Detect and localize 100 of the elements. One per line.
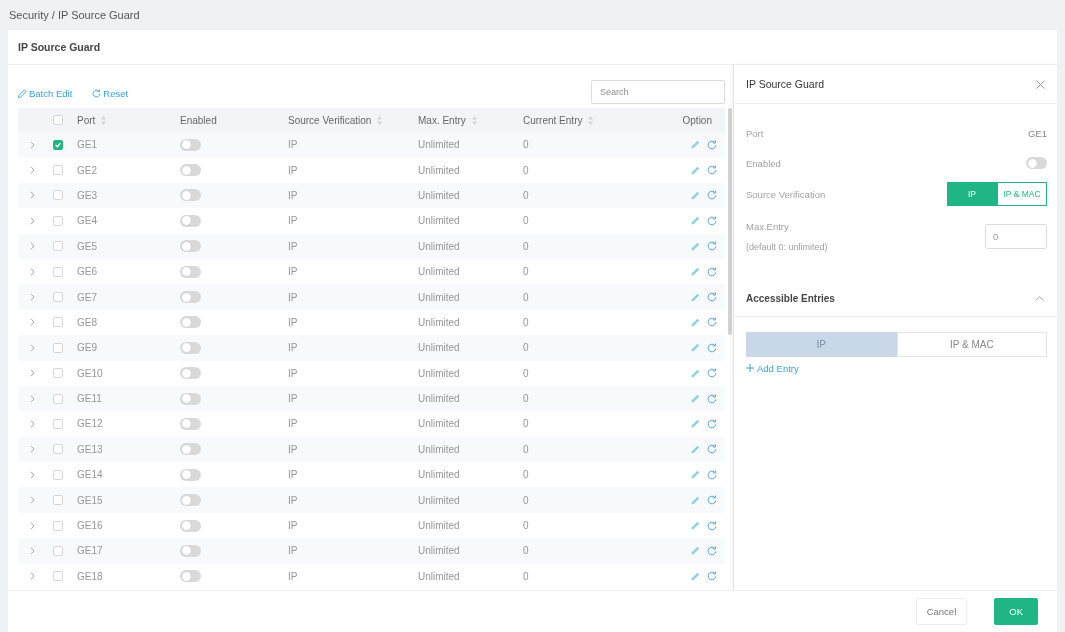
refresh-icon[interactable] xyxy=(707,317,717,328)
pencil-icon[interactable] xyxy=(691,546,700,556)
pencil-icon[interactable] xyxy=(691,495,700,505)
refresh-icon[interactable] xyxy=(707,545,717,556)
chevron-right-icon[interactable] xyxy=(29,420,35,428)
checkbox[interactable] xyxy=(53,317,63,328)
batch-edit-button[interactable]: Batch Edit xyxy=(18,86,73,100)
sort-icon[interactable] xyxy=(588,115,594,125)
checkbox[interactable] xyxy=(53,165,63,176)
chevron-right-icon[interactable] xyxy=(29,166,35,175)
refresh-icon[interactable] xyxy=(707,520,717,531)
checkbox[interactable] xyxy=(53,215,63,226)
checkbox[interactable] xyxy=(53,545,63,556)
chevron-right-icon[interactable] xyxy=(29,369,35,378)
checkbox[interactable] xyxy=(53,342,63,353)
refresh-icon[interactable] xyxy=(707,266,717,277)
toggle-switch[interactable] xyxy=(180,316,201,329)
checkbox[interactable] xyxy=(53,241,63,252)
pencil-icon[interactable] xyxy=(691,419,700,429)
checkbox[interactable] xyxy=(53,368,63,379)
pencil-icon[interactable] xyxy=(691,190,700,200)
checkbox[interactable] xyxy=(53,469,63,480)
toggle-switch[interactable] xyxy=(180,164,201,177)
toggle-switch[interactable] xyxy=(180,189,201,202)
checkbox[interactable] xyxy=(53,520,63,531)
chevron-right-icon[interactable] xyxy=(29,140,35,149)
cancel-button[interactable]: Cancel xyxy=(915,598,968,625)
refresh-icon[interactable] xyxy=(707,368,717,379)
pencil-icon[interactable] xyxy=(691,571,700,581)
pencil-icon[interactable] xyxy=(691,317,700,327)
chevron-up-icon[interactable] xyxy=(1035,296,1044,301)
checkbox[interactable] xyxy=(53,393,63,404)
pencil-icon[interactable] xyxy=(691,165,700,175)
toggle-switch[interactable] xyxy=(180,468,201,481)
chevron-right-icon[interactable] xyxy=(29,318,35,327)
checkbox[interactable] xyxy=(53,115,63,125)
sort-icon[interactable] xyxy=(377,115,383,125)
checkbox[interactable] xyxy=(53,266,63,277)
refresh-icon[interactable] xyxy=(707,495,717,506)
toggle-switch[interactable] xyxy=(180,240,201,253)
toggle-switch[interactable] xyxy=(180,418,201,430)
refresh-icon[interactable] xyxy=(707,292,717,303)
refresh-icon[interactable] xyxy=(707,342,717,353)
refresh-icon[interactable] xyxy=(707,190,717,201)
refresh-icon[interactable] xyxy=(707,165,717,176)
toggle-switch[interactable] xyxy=(180,341,201,354)
toggle-switch[interactable] xyxy=(180,291,201,304)
checkbox[interactable] xyxy=(53,495,63,506)
refresh-icon[interactable] xyxy=(707,139,717,150)
chevron-right-icon[interactable] xyxy=(29,293,35,302)
segment-button[interactable]: IP xyxy=(947,182,997,206)
chevron-right-icon[interactable] xyxy=(29,216,35,225)
pencil-icon[interactable] xyxy=(691,368,700,378)
toggle-switch[interactable] xyxy=(180,544,201,557)
toggle-switch[interactable] xyxy=(180,519,201,532)
checkbox[interactable] xyxy=(53,444,63,455)
refresh-icon[interactable] xyxy=(707,393,717,404)
checkbox[interactable] xyxy=(53,419,63,429)
checkbox[interactable] xyxy=(53,571,63,582)
checkbox[interactable] xyxy=(53,190,63,201)
pencil-icon[interactable] xyxy=(691,216,700,226)
toggle-switch[interactable] xyxy=(180,494,201,507)
segment-button[interactable]: IP & MAC xyxy=(997,182,1047,206)
add-entry-button[interactable]: Add Entry xyxy=(746,361,799,375)
toggle-switch[interactable] xyxy=(180,214,201,227)
refresh-icon[interactable] xyxy=(707,241,717,252)
search-field[interactable]: Search xyxy=(591,80,725,104)
tab[interactable]: IP xyxy=(746,332,897,357)
chevron-right-icon[interactable] xyxy=(29,470,35,479)
refresh-icon[interactable] xyxy=(707,469,717,480)
refresh-icon[interactable] xyxy=(707,571,717,582)
pencil-icon[interactable] xyxy=(691,241,700,251)
chevron-right-icon[interactable] xyxy=(29,191,35,200)
chevron-right-icon[interactable] xyxy=(29,445,35,454)
close-icon[interactable] xyxy=(1036,79,1045,89)
toggle-switch[interactable] xyxy=(180,392,201,405)
sort-icon[interactable] xyxy=(471,115,477,125)
pencil-icon[interactable] xyxy=(691,343,700,353)
pencil-icon[interactable] xyxy=(691,292,700,302)
chevron-right-icon[interactable] xyxy=(29,521,35,530)
ok-button[interactable]: OK xyxy=(994,598,1038,625)
refresh-icon[interactable] xyxy=(707,419,717,429)
sort-icon[interactable] xyxy=(101,115,107,125)
toggle-switch[interactable] xyxy=(180,265,201,278)
pencil-icon[interactable] xyxy=(691,267,700,277)
chevron-right-icon[interactable] xyxy=(29,546,35,555)
pencil-icon[interactable] xyxy=(691,470,700,480)
chevron-right-icon[interactable] xyxy=(29,242,35,251)
chevron-right-icon[interactable] xyxy=(29,343,35,352)
pencil-icon[interactable] xyxy=(691,394,700,404)
reset-button[interactable]: Reset xyxy=(92,86,129,100)
refresh-icon[interactable] xyxy=(707,444,717,455)
chevron-right-icon[interactable] xyxy=(29,267,35,276)
chevron-right-icon[interactable] xyxy=(29,572,35,581)
chevron-right-icon[interactable] xyxy=(29,394,35,403)
toggle-switch[interactable] xyxy=(180,443,201,456)
max-entry-field[interactable]: 0 xyxy=(985,223,1047,249)
toggle-switch[interactable] xyxy=(180,367,201,380)
pencil-icon[interactable] xyxy=(691,444,700,454)
toggle-switch[interactable] xyxy=(180,138,201,151)
